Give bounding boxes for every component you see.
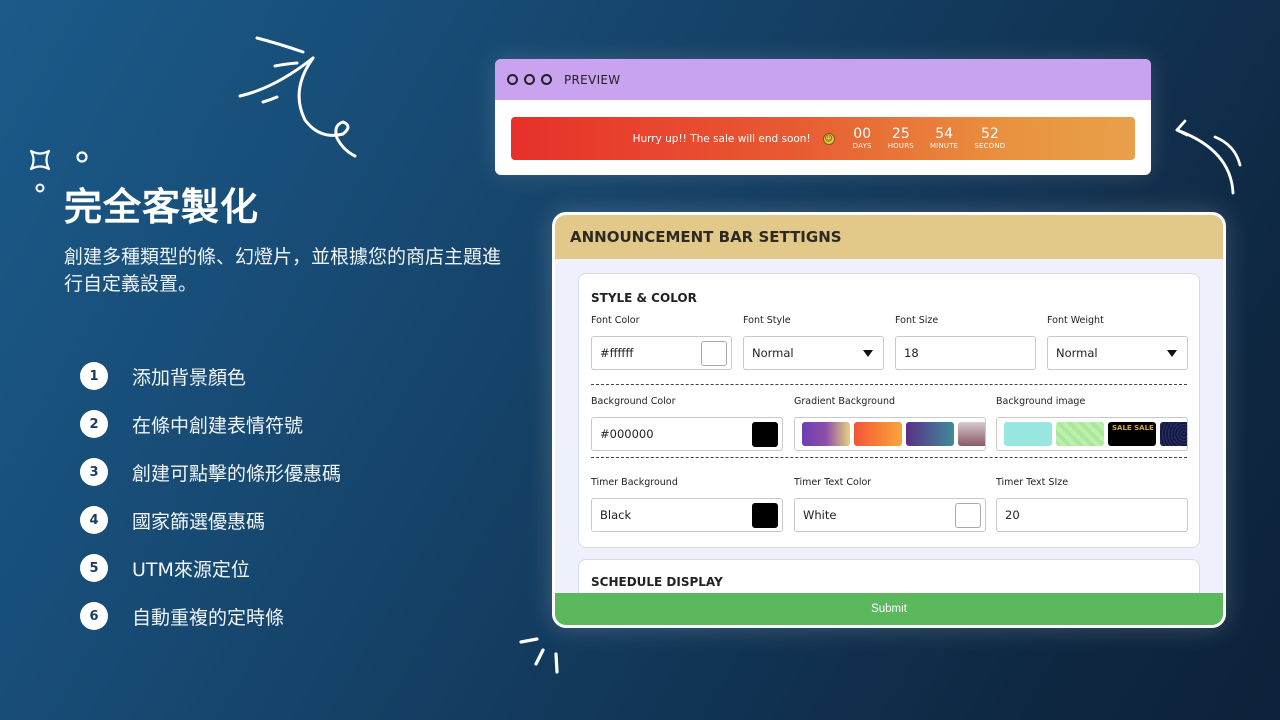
feature-item: 2 在條中創建表情符號	[80, 400, 341, 448]
timer-value: 00	[853, 126, 872, 142]
timer-label: SECOND	[974, 142, 1006, 150]
timer-value: 25	[891, 126, 910, 142]
font-color-label: Font Color	[591, 315, 640, 326]
feature-label: UTM來源定位	[132, 558, 250, 581]
window-dot-icon	[524, 74, 535, 85]
background-image-option[interactable]	[1160, 422, 1187, 446]
window-dot-icon	[507, 74, 518, 85]
feature-number-badge: 6	[80, 602, 108, 630]
small-circle-icon	[35, 183, 45, 193]
laughing-emoji-icon: ☺	[822, 132, 835, 145]
settings-panel: ANNOUNCEMENT BAR SETTIGNS STYLE & COLOR …	[552, 212, 1226, 628]
gradient-background-label: Gradient Background	[794, 396, 896, 407]
feature-list: 1 添加背景顏色 2 在條中創建表情符號 3 創建可點擊的條形優惠碼 4 國家篩…	[80, 352, 341, 640]
font-weight-label: Font Weight	[1047, 315, 1104, 326]
timer-value: 52	[980, 126, 999, 142]
timer-background-label: Timer Background	[591, 477, 678, 488]
announcement-text: Hurry up!! The sale will end soon!	[632, 132, 811, 145]
gradient-background-picker[interactable]	[794, 417, 986, 451]
font-style-label: Font Style	[743, 315, 791, 326]
timer-label: DAYS	[852, 142, 872, 150]
feature-item: 6 自動重複的定時條	[80, 592, 341, 640]
font-color-input[interactable]: #ffffff	[591, 336, 732, 370]
timer-label: MINUTE	[929, 142, 959, 150]
curved-arrow-icon	[1175, 119, 1242, 195]
feature-number-badge: 2	[80, 410, 108, 438]
font-color-swatch[interactable]	[701, 341, 727, 366]
timer-days: 00 DAYS	[852, 126, 872, 151]
window-dot-icon	[541, 74, 552, 85]
timer-text-size-input[interactable]: 20	[996, 498, 1188, 532]
timer-text-color-value: White	[803, 508, 837, 522]
font-size-input[interactable]: 18	[895, 336, 1036, 370]
timer-text-size-value: 20	[1005, 508, 1020, 522]
preview-window: PREVIEW Hurry up!! The sale will end soo…	[495, 59, 1151, 175]
font-size-label: Font Size	[895, 315, 939, 326]
timer-value: 54	[935, 126, 954, 142]
font-weight-select[interactable]: Normal	[1047, 336, 1188, 370]
feature-label: 創建可點擊的條形優惠碼	[132, 462, 342, 485]
background-color-input[interactable]: #000000	[591, 417, 783, 451]
feature-label: 國家篩選優惠碼	[132, 510, 266, 533]
timer-text-color-input[interactable]: White	[794, 498, 986, 532]
preview-header: PREVIEW	[495, 59, 1151, 100]
announcement-bar[interactable]: Hurry up!! The sale will end soon! ☺ 00 …	[511, 117, 1135, 160]
background-image-label: Background image	[996, 396, 1086, 407]
section-title: STYLE & COLOR	[591, 291, 697, 305]
timer-seconds: 52 SECOND	[974, 126, 1006, 151]
settings-title: ANNOUNCEMENT BAR SETTIGNS	[555, 215, 1223, 259]
background-image-picker[interactable]: SALE SALE	[996, 417, 1188, 451]
sparkle-icon	[29, 149, 51, 171]
font-size-value: 18	[904, 346, 919, 360]
preview-title: PREVIEW	[564, 72, 621, 87]
chevron-down-icon	[1167, 350, 1177, 357]
squiggle-decoration-icon	[238, 36, 357, 158]
feature-number-badge: 5	[80, 554, 108, 582]
timer-text-size-label: Timer Text SIze	[996, 477, 1069, 488]
chevron-down-icon	[863, 350, 873, 357]
timer-label: HOURS	[887, 142, 914, 150]
timer-text-color-label: Timer Text Color	[794, 477, 872, 488]
background-image-option[interactable]	[1004, 422, 1052, 446]
background-color-label: Background Color	[591, 396, 676, 407]
burst-lines-icon	[519, 637, 559, 674]
timer-background-value: Black	[600, 508, 632, 522]
feature-item: 4 國家篩選優惠碼	[80, 496, 341, 544]
font-color-value: #ffffff	[600, 346, 634, 360]
timer-hours: 25 HOURS	[887, 126, 914, 151]
feature-label: 添加背景顏色	[132, 366, 247, 389]
feature-item: 1 添加背景顏色	[80, 352, 341, 400]
font-style-select[interactable]: Normal	[743, 336, 884, 370]
feature-number-badge: 4	[80, 506, 108, 534]
feature-item: 5 UTM來源定位	[80, 544, 341, 592]
feature-item: 3 創建可點擊的條形優惠碼	[80, 448, 341, 496]
background-color-swatch[interactable]	[752, 422, 778, 447]
feature-number-badge: 1	[80, 362, 108, 390]
font-weight-value: Normal	[1056, 346, 1098, 360]
timer-minutes: 54 MINUTE	[929, 126, 959, 151]
small-circle-icon	[76, 151, 88, 163]
divider	[591, 457, 1187, 458]
timer-background-input[interactable]: Black	[591, 498, 783, 532]
page-title: 完全客製化	[64, 185, 260, 229]
timer-background-swatch[interactable]	[752, 503, 778, 528]
timer-text-color-swatch[interactable]	[955, 503, 981, 528]
background-color-value: #000000	[600, 427, 654, 441]
section-title: SCHEDULE DISPLAY	[591, 575, 723, 589]
feature-number-badge: 3	[80, 458, 108, 486]
feature-label: 在條中創建表情符號	[132, 414, 304, 437]
gradient-option[interactable]	[958, 422, 985, 446]
gradient-option[interactable]	[906, 422, 954, 446]
style-color-card: STYLE & COLOR Font Color #ffffff Font St…	[578, 273, 1200, 548]
background-image-option[interactable]	[1056, 422, 1104, 446]
background-image-option[interactable]: SALE SALE	[1108, 422, 1156, 446]
page-description: 創建多種類型的條、幻燈片，並根據您的商店主題進行自定義設置。	[64, 246, 502, 295]
feature-label: 自動重複的定時條	[132, 606, 285, 629]
divider	[591, 384, 1187, 385]
submit-button[interactable]: Submit	[555, 593, 1223, 625]
font-style-value: Normal	[752, 346, 794, 360]
gradient-option[interactable]	[802, 422, 850, 446]
gradient-option[interactable]	[854, 422, 902, 446]
